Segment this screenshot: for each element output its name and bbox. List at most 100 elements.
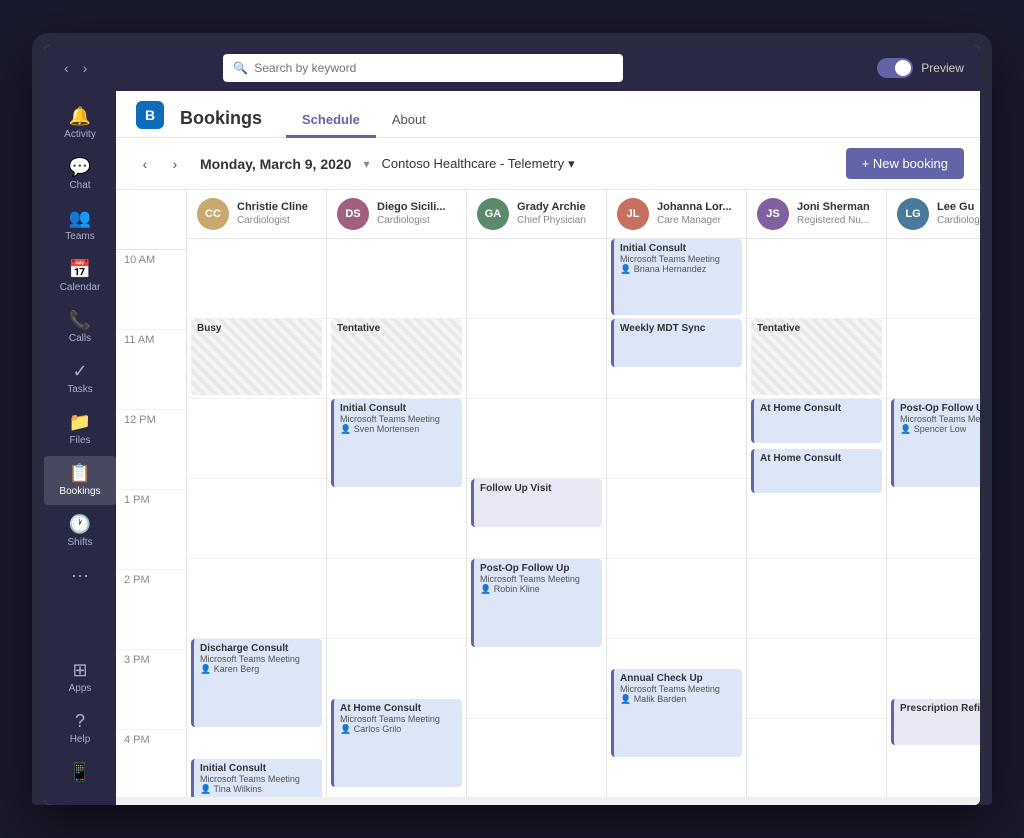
event-busy-christie[interactable]: Busy — [191, 319, 322, 395]
event-postop-grady[interactable]: Post-Op Follow Up Microsoft Teams Meetin… — [471, 559, 602, 647]
grid-row — [887, 559, 980, 639]
grid-row — [747, 559, 886, 639]
grid-row — [747, 639, 886, 719]
sidebar-label-calls: Calls — [69, 333, 91, 344]
staff-header-christie: CC Christie Cline Cardiologist — [187, 190, 326, 239]
more-icon: ··· — [71, 566, 89, 584]
event-person: 👤 Tina Wilkins — [200, 784, 316, 795]
calendar-icon: 📅 — [69, 260, 91, 278]
location-text: Contoso Healthcare - Telemetry — [382, 156, 565, 171]
staff-col-diego: DS Diego Sicili... Cardiologist — [326, 190, 466, 797]
time-column: 10 AM 11 AM 12 PM 1 PM 2 PM 3 PM 4 PM 5 … — [116, 190, 186, 797]
sidebar-item-tasks[interactable]: ✓ Tasks — [44, 354, 116, 403]
staff-columns: CC Christie Cline Cardiologist — [186, 190, 980, 797]
grid-row — [747, 239, 886, 319]
calendar-container[interactable]: 10 AM 11 AM 12 PM 1 PM 2 PM 3 PM 4 PM 5 … — [116, 190, 980, 797]
staff-body-joni: Tentative At Home Consult At Home Consul… — [747, 239, 886, 797]
event-athome1-joni[interactable]: At Home Consult — [751, 399, 882, 443]
teams-icon: 👥 — [69, 209, 91, 227]
forward-button[interactable]: › — [79, 58, 92, 78]
preview-toggle-area: Preview — [877, 58, 964, 78]
date-label[interactable]: Monday, March 9, 2020 — [200, 156, 351, 172]
event-title: Prescription Refill — [900, 703, 980, 714]
sidebar: 🔔 Activity 💬 Chat 👥 Teams 📅 Calendar 📞 — [44, 91, 116, 805]
staff-role-christie: Cardiologist — [237, 215, 308, 227]
new-booking-button[interactable]: + New booking — [846, 148, 964, 179]
time-header-spacer — [116, 190, 186, 250]
staff-role-joni: Registered Nu... — [797, 215, 870, 227]
preview-toggle[interactable] — [877, 58, 913, 78]
search-bar[interactable]: 🔍 — [223, 54, 623, 82]
event-initial-diego[interactable]: Initial Consult Microsoft Teams Meeting … — [331, 399, 462, 487]
grid-row — [327, 559, 466, 639]
time-slot-2pm: 2 PM — [116, 570, 186, 650]
event-title: Weekly MDT Sync — [620, 323, 736, 334]
event-discharge-christie[interactable]: Discharge Consult Microsoft Teams Meetin… — [191, 639, 322, 727]
event-athome2-joni[interactable]: At Home Consult — [751, 449, 882, 493]
sidebar-item-calls[interactable]: 📞 Calls — [44, 303, 116, 352]
app-title: Bookings — [180, 108, 262, 129]
sidebar-label-bookings: Bookings — [59, 486, 100, 497]
event-followup-grady[interactable]: Follow Up Visit — [471, 479, 602, 527]
event-person: 👤 Carlos Grilo — [340, 724, 456, 735]
staff-body-leegu: Post-Op Follow Up Microsoft Teams Meetin… — [887, 239, 980, 797]
tab-about[interactable]: About — [376, 104, 442, 138]
staff-name-joni: Joni Sherman — [797, 201, 870, 214]
time-slot-4pm: 4 PM — [116, 730, 186, 797]
tab-schedule[interactable]: Schedule — [286, 104, 376, 138]
grid-row — [607, 559, 746, 639]
event-title: Tentative — [337, 323, 380, 334]
staff-col-joni: JS Joni Sherman Registered Nu... — [746, 190, 886, 797]
event-title: Initial Consult — [620, 243, 736, 254]
sidebar-item-help[interactable]: ? Help — [44, 704, 116, 753]
staff-name-diego: Diego Sicili... — [377, 201, 445, 214]
staff-col-grady: GA Grady Archie Chief Physician — [466, 190, 606, 797]
back-button[interactable]: ‹ — [60, 58, 73, 78]
event-initial-johanna[interactable]: Initial Consult Microsoft Teams Meeting … — [611, 239, 742, 315]
cal-next-button[interactable]: › — [162, 151, 188, 177]
sidebar-item-bookings[interactable]: 📋 Bookings — [44, 456, 116, 505]
sidebar-item-activity[interactable]: 🔔 Activity — [44, 99, 116, 148]
event-annual-johanna[interactable]: Annual Check Up Microsoft Teams Meeting … — [611, 669, 742, 757]
sidebar-item-more[interactable]: ··· — [44, 558, 116, 592]
staff-info-leegu: Lee Gu Cardiologist — [937, 201, 980, 226]
sidebar-item-apps[interactable]: ⊞ Apps — [44, 653, 116, 702]
sidebar-item-shifts[interactable]: 🕐 Shifts — [44, 507, 116, 556]
cal-nav-arrows: ‹ › — [132, 151, 188, 177]
sidebar-label-calendar: Calendar — [60, 282, 101, 293]
grid-row — [887, 479, 980, 559]
event-person: 👤 Sven Mortensen — [340, 424, 456, 435]
staff-avatar-leegu: LG — [897, 198, 929, 230]
event-mdt-johanna[interactable]: Weekly MDT Sync — [611, 319, 742, 367]
staff-name-leegu: Lee Gu — [937, 201, 980, 214]
sidebar-item-chat[interactable]: 💬 Chat — [44, 150, 116, 199]
sidebar-item-teams[interactable]: 👥 Teams — [44, 201, 116, 250]
event-tentative-joni[interactable]: Tentative — [751, 319, 882, 395]
event-subtitle: Microsoft Teams Meeting — [200, 654, 316, 664]
sidebar-item-calendar[interactable]: 📅 Calendar — [44, 252, 116, 301]
time-slot-10am: 10 AM — [116, 250, 186, 330]
sidebar-item-files[interactable]: 📁 Files — [44, 405, 116, 454]
time-slot-1pm: 1 PM — [116, 490, 186, 570]
event-postop-leegu[interactable]: Post-Op Follow Up Microsoft Teams Meetin… — [891, 399, 980, 487]
search-icon: 🔍 — [233, 61, 248, 75]
grid-row — [467, 719, 606, 797]
search-input[interactable] — [254, 61, 613, 75]
preview-label: Preview — [921, 61, 964, 75]
staff-role-johanna: Care Manager — [657, 215, 732, 227]
grid-row — [467, 399, 606, 479]
staff-header-diego: DS Diego Sicili... Cardiologist — [327, 190, 466, 239]
staff-info-johanna: Johanna Lor... Care Manager — [657, 201, 732, 226]
sidebar-item-device[interactable]: 📱 — [44, 755, 116, 789]
sidebar-label-apps: Apps — [69, 683, 92, 694]
event-title: Post-Op Follow Up — [480, 563, 596, 574]
event-tentative-diego[interactable]: Tentative — [331, 319, 462, 395]
event-athome-diego[interactable]: At Home Consult Microsoft Teams Meeting … — [331, 699, 462, 787]
cal-prev-button[interactable]: ‹ — [132, 151, 158, 177]
grid-row — [467, 239, 606, 319]
horizontal-scrollbar[interactable] — [116, 797, 980, 805]
event-prescription-leegu[interactable]: Prescription Refill — [891, 699, 980, 745]
event-title: Busy — [197, 323, 221, 334]
event-initial-christie[interactable]: Initial Consult Microsoft Teams Meeting … — [191, 759, 322, 797]
location-label[interactable]: Contoso Healthcare - Telemetry ▾ — [382, 156, 575, 172]
